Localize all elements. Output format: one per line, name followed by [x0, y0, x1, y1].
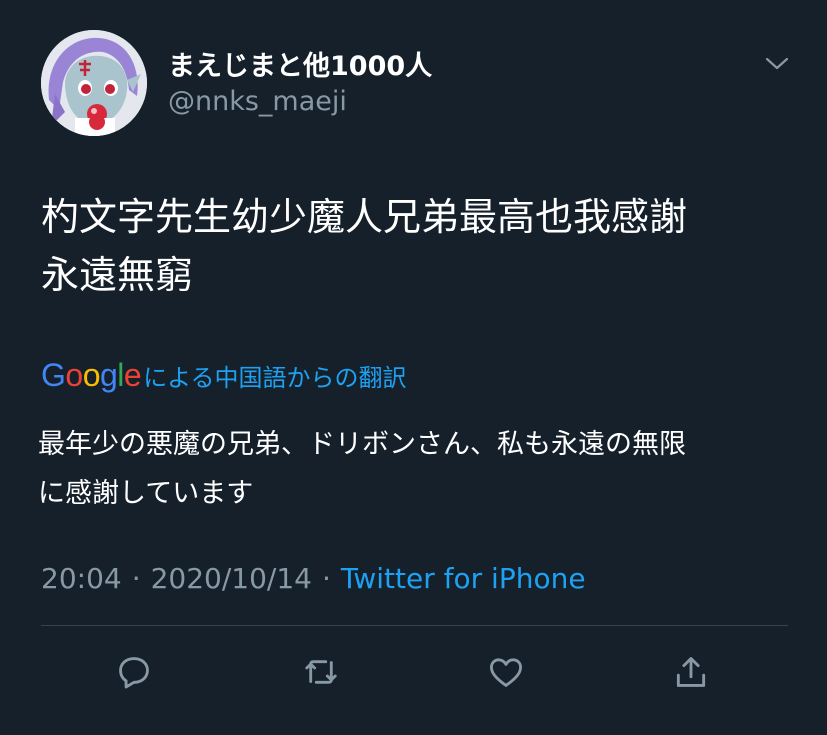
display-name[interactable]: まえじまと他1000人	[168, 44, 432, 83]
google-logo-letter: o	[65, 356, 83, 393]
tweet-date: 2020/10/14	[150, 561, 312, 595]
like-button[interactable]	[486, 652, 526, 692]
tweet-text-line: 杓文字先生幼少魔人兄弟最高也我感謝	[41, 195, 688, 239]
chevron-down-icon[interactable]	[762, 48, 792, 78]
google-logo-letter: l	[117, 356, 124, 393]
translation-attribution: Google による中国語からの翻訳	[41, 355, 406, 395]
share-icon	[676, 657, 706, 687]
google-logo: Google	[41, 356, 142, 394]
avatar[interactable]	[41, 30, 147, 136]
avatar-illustration	[41, 30, 147, 136]
tweet-time: 20:04	[41, 561, 122, 595]
tweet-text: 杓文字先生幼少魔人兄弟最高也我感謝 永遠無窮	[41, 188, 801, 304]
divider	[41, 625, 788, 626]
share-button[interactable]	[671, 652, 711, 692]
google-logo-letter: o	[82, 356, 101, 393]
user-handle[interactable]: @nnks_maeji	[168, 86, 347, 117]
tweet-metadata: 20:04 · 2020/10/14 · Twitter for iPhone	[41, 558, 586, 598]
translation-note[interactable]: による中国語からの翻訳	[143, 358, 406, 393]
google-logo-letter: G	[41, 356, 66, 393]
retweet-button[interactable]	[301, 652, 341, 692]
metadata-separator: ·	[322, 561, 331, 595]
translated-text-line: 最年少の悪魔の兄弟、ドリボンさん、私も永遠の無限	[38, 429, 686, 460]
translated-text: 最年少の悪魔の兄弟、ドリボンさん、私も永遠の無限 に感謝しています	[38, 420, 798, 518]
tweet-source-link[interactable]: Twitter for iPhone	[341, 562, 586, 595]
retweet-icon	[305, 660, 337, 684]
tweet-card: まえじまと他1000人 @nnks_maeji 杓文字先生幼少魔人兄弟最高也我感…	[0, 0, 827, 735]
google-logo-letter: e	[123, 356, 142, 393]
google-logo-letter: g	[99, 356, 118, 393]
heart-icon	[490, 658, 522, 687]
tweet-text-line: 永遠無窮	[41, 253, 194, 297]
reply-button[interactable]	[114, 652, 154, 692]
translated-text-line: に感謝しています	[38, 478, 254, 509]
reply-icon	[119, 657, 149, 689]
metadata-separator: ·	[131, 561, 141, 595]
